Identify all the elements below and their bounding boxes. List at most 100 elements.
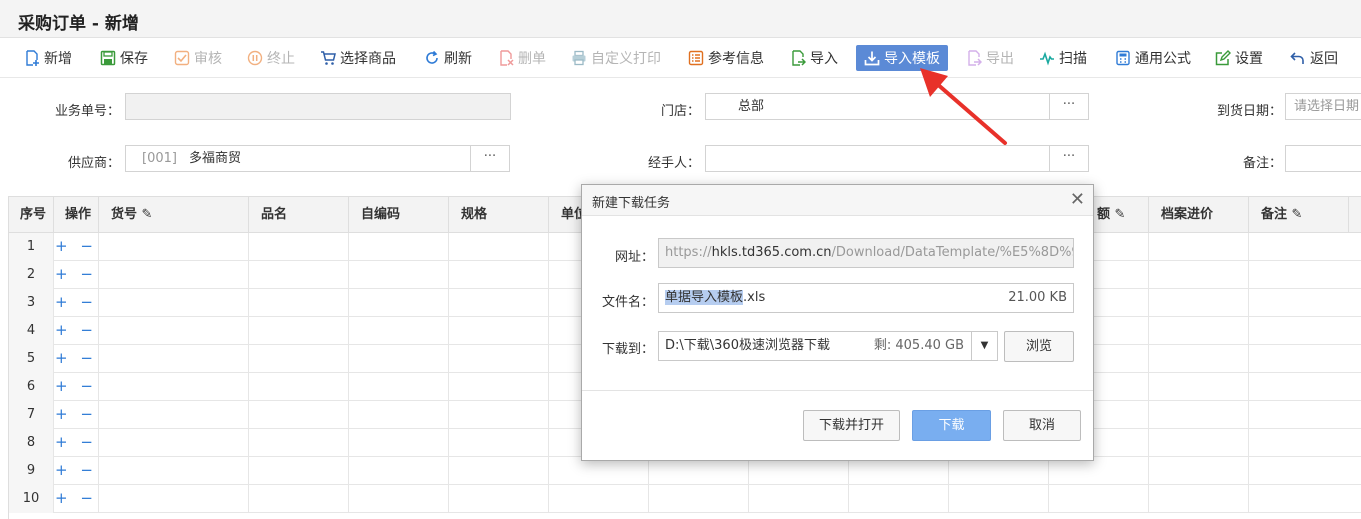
table-cell[interactable] bbox=[749, 485, 849, 513]
table-cell[interactable] bbox=[249, 261, 349, 289]
table-cell[interactable] bbox=[249, 345, 349, 373]
row-add-remove-controls[interactable]: + − bbox=[54, 233, 99, 261]
table-cell[interactable] bbox=[249, 233, 349, 261]
row-add-remove-controls[interactable]: + − bbox=[54, 317, 99, 345]
table-cell[interactable] bbox=[99, 401, 249, 429]
table-cell[interactable] bbox=[449, 457, 549, 485]
table-cell[interactable] bbox=[1149, 373, 1249, 401]
table-cell[interactable] bbox=[349, 345, 449, 373]
table-cell[interactable] bbox=[1049, 457, 1149, 485]
table-cell[interactable] bbox=[249, 401, 349, 429]
table-cell[interactable] bbox=[349, 317, 449, 345]
cancel-button[interactable]: 取消 bbox=[1003, 410, 1081, 441]
table-cell[interactable] bbox=[649, 485, 749, 513]
toolbar-delete-order-button[interactable]: 删单 bbox=[498, 45, 546, 71]
row-add-remove-controls[interactable]: + − bbox=[54, 345, 99, 373]
table-cell[interactable] bbox=[99, 429, 249, 457]
table-cell[interactable] bbox=[849, 457, 949, 485]
table-cell[interactable] bbox=[1249, 373, 1361, 401]
filename-field[interactable]: 单据导入模板.xls 21.00 KB bbox=[658, 283, 1074, 313]
table-cell[interactable] bbox=[449, 485, 549, 513]
toolbar-custom-print-button[interactable]: 自定义打印 bbox=[571, 45, 661, 71]
row-add-remove-controls[interactable]: + − bbox=[54, 485, 99, 513]
toolbar-refresh-button[interactable]: 刷新 bbox=[424, 45, 472, 71]
toolbar-back-button[interactable]: 返回 bbox=[1290, 45, 1338, 71]
table-cell[interactable] bbox=[449, 373, 549, 401]
row-add-remove-controls[interactable]: + − bbox=[54, 401, 99, 429]
table-cell[interactable] bbox=[349, 401, 449, 429]
table-cell[interactable] bbox=[99, 289, 249, 317]
chevron-down-icon[interactable]: ▼ bbox=[971, 332, 997, 360]
table-cell[interactable] bbox=[249, 317, 349, 345]
table-cell[interactable] bbox=[1249, 457, 1361, 485]
table-cell[interactable] bbox=[449, 429, 549, 457]
row-add-remove-controls[interactable]: + − bbox=[54, 457, 99, 485]
supplier-picker-button[interactable]: ··· bbox=[470, 145, 510, 172]
table-cell[interactable] bbox=[349, 373, 449, 401]
table-cell[interactable] bbox=[249, 429, 349, 457]
table-cell[interactable] bbox=[1249, 289, 1361, 317]
remark-field[interactable] bbox=[1285, 145, 1361, 172]
table-cell[interactable] bbox=[349, 457, 449, 485]
table-cell[interactable] bbox=[1149, 401, 1249, 429]
table-cell[interactable] bbox=[1149, 317, 1249, 345]
row-add-remove-controls[interactable]: + − bbox=[54, 373, 99, 401]
table-cell[interactable] bbox=[349, 261, 449, 289]
row-add-remove-controls[interactable]: + − bbox=[54, 429, 99, 457]
row-add-remove-controls[interactable]: + − bbox=[54, 261, 99, 289]
table-cell[interactable] bbox=[949, 457, 1049, 485]
row-add-remove-controls[interactable]: + − bbox=[54, 289, 99, 317]
table-cell[interactable] bbox=[99, 233, 249, 261]
table-cell[interactable] bbox=[249, 485, 349, 513]
table-cell[interactable] bbox=[1149, 345, 1249, 373]
toolbar-scan-button[interactable]: 扫描 bbox=[1039, 45, 1087, 71]
table-cell[interactable] bbox=[1249, 261, 1361, 289]
toolbar-approve-button[interactable]: 审核 bbox=[174, 45, 222, 71]
table-cell[interactable] bbox=[449, 317, 549, 345]
table-cell[interactable] bbox=[1249, 485, 1361, 513]
col-header-item-no[interactable]: 货号 ✎ bbox=[99, 197, 249, 233]
download-button[interactable]: 下载 bbox=[912, 410, 991, 441]
table-cell[interactable] bbox=[449, 401, 549, 429]
table-cell[interactable] bbox=[349, 233, 449, 261]
table-cell[interactable] bbox=[249, 457, 349, 485]
table-cell[interactable] bbox=[449, 233, 549, 261]
table-cell[interactable] bbox=[99, 457, 249, 485]
table-cell[interactable] bbox=[1149, 289, 1249, 317]
table-cell[interactable] bbox=[99, 261, 249, 289]
table-cell[interactable] bbox=[1149, 485, 1249, 513]
table-cell[interactable] bbox=[249, 289, 349, 317]
table-cell[interactable] bbox=[549, 457, 649, 485]
col-header-remark[interactable]: 备注 ✎ bbox=[1249, 197, 1349, 233]
table-cell[interactable] bbox=[449, 345, 549, 373]
table-cell[interactable] bbox=[349, 485, 449, 513]
table-cell[interactable] bbox=[349, 429, 449, 457]
table-cell[interactable] bbox=[1149, 233, 1249, 261]
table-cell[interactable] bbox=[849, 485, 949, 513]
toolbar-reference-info-button[interactable]: 参考信息 bbox=[688, 45, 764, 71]
close-icon[interactable]: ✕ bbox=[1070, 190, 1085, 210]
toolbar-select-goods-button[interactable]: 选择商品 bbox=[320, 45, 396, 71]
arrival-date-field[interactable]: 请选择日期 bbox=[1285, 93, 1361, 120]
table-cell[interactable] bbox=[1249, 317, 1361, 345]
table-cell[interactable] bbox=[1149, 457, 1249, 485]
supplier-field[interactable]: [001] 多福商贸 bbox=[125, 145, 471, 172]
save-path-field[interactable]: D:\下载\360极速浏览器下载 剩: 405.40 GB ▼ bbox=[658, 331, 998, 361]
table-cell[interactable] bbox=[99, 373, 249, 401]
order-no-field[interactable] bbox=[125, 93, 511, 120]
table-cell[interactable] bbox=[649, 457, 749, 485]
table-cell[interactable] bbox=[99, 345, 249, 373]
table-cell[interactable] bbox=[1149, 261, 1249, 289]
url-field[interactable]: https://hkls.td365.com.cn/Download/DataT… bbox=[658, 238, 1074, 268]
table-cell[interactable] bbox=[1149, 429, 1249, 457]
table-cell[interactable] bbox=[249, 373, 349, 401]
handler-picker-button[interactable]: ··· bbox=[1049, 145, 1089, 172]
toolbar-new-button[interactable]: 新增 bbox=[24, 45, 72, 71]
toolbar-formula-button[interactable]: 通用公式 bbox=[1115, 45, 1191, 71]
toolbar-save-button[interactable]: 保存 bbox=[100, 45, 148, 71]
table-cell[interactable] bbox=[99, 317, 249, 345]
toolbar-settings-button[interactable]: 设置 bbox=[1215, 45, 1263, 71]
table-cell[interactable] bbox=[1249, 345, 1361, 373]
download-and-open-button[interactable]: 下载并打开 bbox=[803, 410, 900, 441]
toolbar-terminate-button[interactable]: 终止 bbox=[247, 45, 295, 71]
